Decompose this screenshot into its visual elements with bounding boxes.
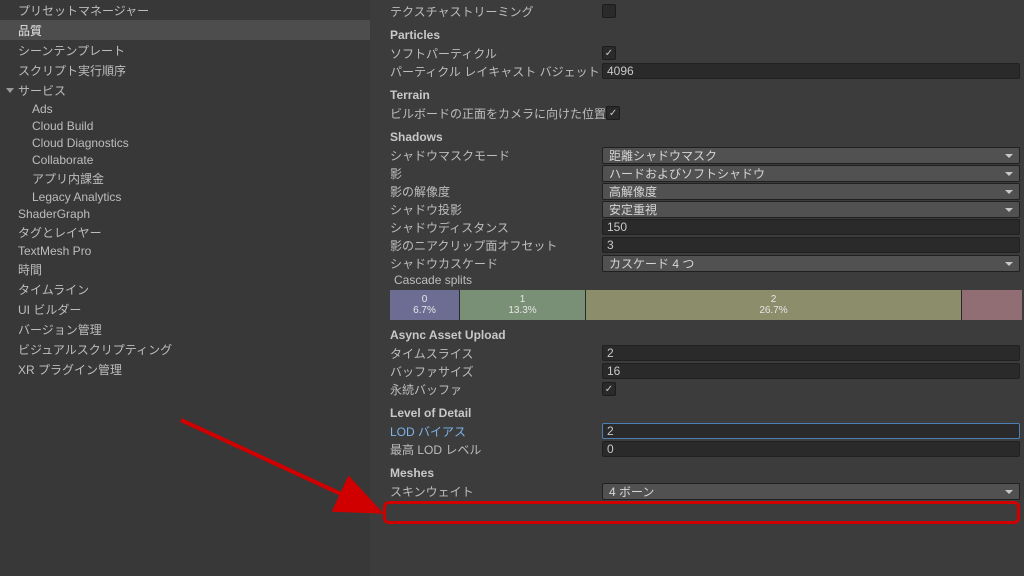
- cascade-idx: 0: [422, 294, 428, 305]
- sidebar-item-xr-plugin[interactable]: XR プラグイン管理: [0, 359, 370, 379]
- sidebar-item-cloud-diagnostics[interactable]: Cloud Diagnostics: [0, 134, 370, 151]
- label-soft-particles: ソフトパーティクル: [370, 45, 602, 62]
- dropdown-shadow[interactable]: ハードおよびソフトシャドウ: [602, 165, 1020, 182]
- sidebar-item-tags-layers[interactable]: タグとレイヤー: [0, 222, 370, 242]
- label-shadow-res: 影の解像度: [370, 183, 602, 200]
- checkbox-billboard[interactable]: ✓: [606, 106, 620, 120]
- sidebar-item-shadergraph[interactable]: ShaderGraph: [0, 205, 370, 222]
- label-lod-bias: LOD バイアス: [370, 423, 602, 440]
- label-skin-weights: スキンウェイト: [370, 483, 602, 500]
- input-shadow-nearclip[interactable]: 3: [602, 237, 1020, 253]
- chevron-down-icon: [6, 88, 14, 93]
- dropdown-shadowmask-mode[interactable]: 距離シャドウマスク: [602, 147, 1020, 164]
- section-meshes: Meshes: [370, 458, 1024, 482]
- sidebar-item-quality[interactable]: 品質: [0, 20, 370, 40]
- label-timeslice: タイムスライス: [370, 345, 602, 362]
- sidebar-item-timeline[interactable]: タイムライン: [0, 279, 370, 299]
- input-buffersize[interactable]: 16: [602, 363, 1020, 379]
- label-shadow-proj: シャドウ投影: [370, 201, 602, 218]
- row-shadow: 影 ハードおよびソフトシャドウ: [370, 164, 1024, 182]
- row-skin-weights: スキンウェイト 4 ボーン: [370, 482, 1024, 500]
- row-buffersize: バッファサイズ 16: [370, 362, 1024, 380]
- label-shadow-dist: シャドウディスタンス: [370, 219, 602, 236]
- sidebar-item-iap[interactable]: アプリ内課金: [0, 168, 370, 188]
- section-shadows: Shadows: [370, 122, 1024, 146]
- sidebar-item-preset-manager[interactable]: プリセットマネージャー: [0, 0, 370, 20]
- cascade-seg-2[interactable]: 2 26.7%: [586, 290, 962, 320]
- cascade-pct: 13.3%: [508, 305, 536, 316]
- label-raycast-budget: パーティクル レイキャスト バジェット: [370, 63, 602, 80]
- row-lod-bias: LOD バイアス 2: [370, 422, 1024, 440]
- row-shadowmask-mode: シャドウマスクモード 距離シャドウマスク: [370, 146, 1024, 164]
- row-soft-particles: ソフトパーティクル ✓: [370, 44, 1024, 62]
- row-shadow-dist: シャドウディスタンス 150: [370, 218, 1024, 236]
- sidebar-item-cloud-build[interactable]: Cloud Build: [0, 117, 370, 134]
- row-timeslice: タイムスライス 2: [370, 344, 1024, 362]
- cascade-seg-3[interactable]: [962, 290, 1022, 320]
- label-cascade-splits: Cascade splits: [370, 272, 1024, 288]
- sidebar-item-script-execution-order[interactable]: スクリプト実行順序: [0, 60, 370, 80]
- sidebar-fold-services[interactable]: サービス: [0, 80, 370, 100]
- label-buffersize: バッファサイズ: [370, 363, 602, 380]
- sidebar-item-legacy-analytics[interactable]: Legacy Analytics: [0, 188, 370, 205]
- row-max-lod: 最高 LOD レベル 0: [370, 440, 1024, 458]
- input-shadow-dist[interactable]: 150: [602, 219, 1020, 235]
- cascade-idx: 1: [520, 294, 526, 305]
- sidebar-item-ui-builder[interactable]: UI ビルダー: [0, 299, 370, 319]
- row-shadow-res: 影の解像度 高解像度: [370, 182, 1024, 200]
- label-shadowmask-mode: シャドウマスクモード: [370, 147, 602, 164]
- label-shadow: 影: [370, 165, 602, 182]
- sidebar-fold-label: サービス: [18, 82, 66, 99]
- dropdown-shadow-proj[interactable]: 安定重視: [602, 201, 1020, 218]
- input-lod-bias[interactable]: 2: [602, 423, 1020, 439]
- checkbox-persistent-buffer[interactable]: ✓: [602, 382, 616, 396]
- row-persistent-buffer: 永続バッファ ✓: [370, 380, 1024, 398]
- sidebar-item-textmesh-pro[interactable]: TextMesh Pro: [0, 242, 370, 259]
- label-max-lod: 最高 LOD レベル: [370, 441, 602, 458]
- row-billboard: ビルボードの正面をカメラに向けた位置 ✓: [370, 104, 1024, 122]
- row-texture-streaming: テクスチャストリーミング: [370, 2, 1024, 20]
- checkbox-texture-streaming[interactable]: [602, 4, 616, 18]
- cascade-seg-0[interactable]: 0 6.7%: [390, 290, 460, 320]
- root: プリセットマネージャー 品質 シーンテンプレート スクリプト実行順序 サービス …: [0, 0, 1024, 576]
- cascade-seg-1[interactable]: 1 13.3%: [460, 290, 586, 320]
- label-texture-streaming: テクスチャストリーミング: [370, 3, 602, 20]
- label-shadow-cascade: シャドウカスケード: [370, 255, 602, 272]
- cascade-idx: 2: [771, 294, 777, 305]
- cascade-pct: 26.7%: [759, 305, 787, 316]
- sidebar: プリセットマネージャー 品質 シーンテンプレート スクリプト実行順序 サービス …: [0, 0, 370, 576]
- dropdown-skin-weights[interactable]: 4 ボーン: [602, 483, 1020, 500]
- sidebar-item-version-control[interactable]: バージョン管理: [0, 319, 370, 339]
- section-async-upload: Async Asset Upload: [370, 320, 1024, 344]
- row-shadow-cascade: シャドウカスケード カスケード 4 つ: [370, 254, 1024, 272]
- cascade-pct: 6.7%: [413, 305, 436, 316]
- main-panel: テクスチャストリーミング Particles ソフトパーティクル ✓ パーティク…: [370, 0, 1024, 576]
- sidebar-item-ads[interactable]: Ads: [0, 100, 370, 117]
- sidebar-item-visual-scripting[interactable]: ビジュアルスクリプティング: [0, 339, 370, 359]
- input-max-lod[interactable]: 0: [602, 441, 1020, 457]
- row-raycast-budget: パーティクル レイキャスト バジェット 4096: [370, 62, 1024, 80]
- input-raycast-budget[interactable]: 4096: [602, 63, 1020, 79]
- label-persistent-buffer: 永続バッファ: [370, 381, 602, 398]
- label-shadow-nearclip: 影のニアクリップ面オフセット: [370, 237, 602, 254]
- sidebar-item-time[interactable]: 時間: [0, 259, 370, 279]
- row-shadow-proj: シャドウ投影 安定重視: [370, 200, 1024, 218]
- row-shadow-nearclip: 影のニアクリップ面オフセット 3: [370, 236, 1024, 254]
- input-timeslice[interactable]: 2: [602, 345, 1020, 361]
- sidebar-item-scene-template[interactable]: シーンテンプレート: [0, 40, 370, 60]
- section-terrain: Terrain: [370, 80, 1024, 104]
- section-lod: Level of Detail: [370, 398, 1024, 422]
- dropdown-shadow-res[interactable]: 高解像度: [602, 183, 1020, 200]
- dropdown-shadow-cascade[interactable]: カスケード 4 つ: [602, 255, 1020, 272]
- cascade-splits[interactable]: 0 6.7% 1 13.3% 2 26.7%: [390, 290, 1022, 320]
- label-billboard: ビルボードの正面をカメラに向けた位置: [370, 105, 606, 122]
- checkbox-soft-particles[interactable]: ✓: [602, 46, 616, 60]
- annotation-highlight: [383, 501, 1020, 524]
- sidebar-item-collaborate[interactable]: Collaborate: [0, 151, 370, 168]
- section-particles: Particles: [370, 20, 1024, 44]
